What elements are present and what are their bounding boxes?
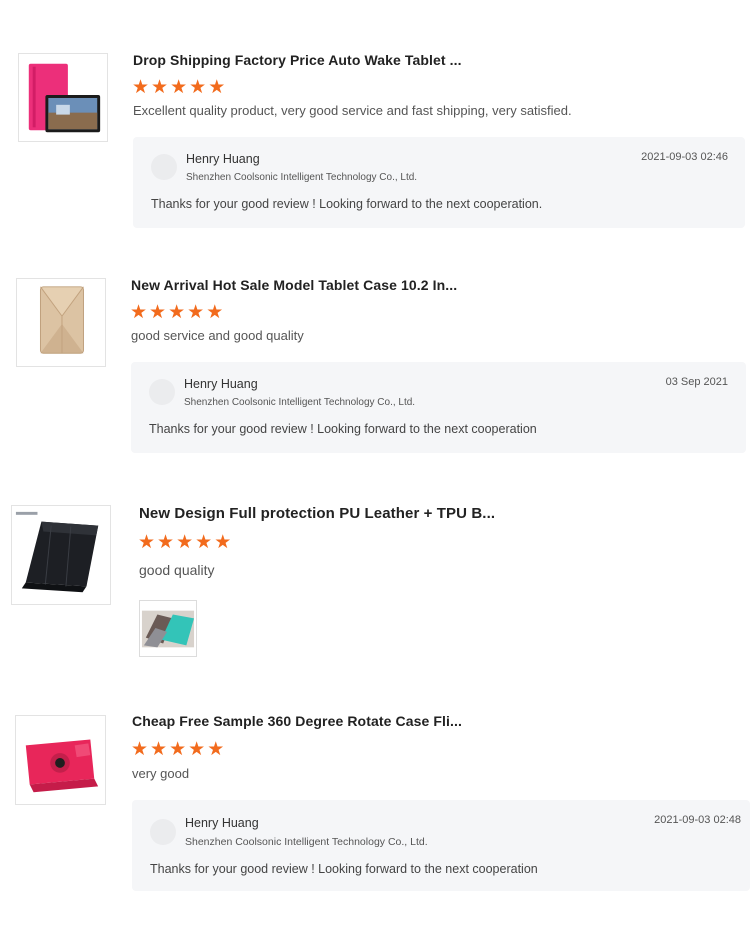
star-icon: ★: [188, 738, 206, 760]
reply-company: Shenzhen Coolsonic Intelligent Technolog…: [185, 836, 428, 848]
reply-text: Thanks for your good review ! Looking fo…: [150, 862, 538, 876]
star-icon: ★: [207, 738, 225, 760]
review-item: Cheap Free Sample 360 Degree Rotate Case…: [0, 0, 750, 900]
avatar: [150, 819, 176, 845]
star-icon: ★: [131, 738, 149, 760]
product-title[interactable]: Cheap Free Sample 360 Degree Rotate Case…: [132, 713, 462, 729]
star-icon: ★: [150, 738, 168, 760]
seller-reply: Henry Huang Shenzhen Coolsonic Intellige…: [132, 800, 750, 891]
product-thumbnail[interactable]: [15, 715, 106, 805]
reviews-page: Drop Shipping Factory Price Auto Wake Ta…: [0, 0, 750, 926]
star-icon: ★: [169, 738, 187, 760]
reply-date: 2021-09-03 02:48: [654, 814, 741, 826]
reply-author: Henry Huang: [185, 816, 259, 830]
review-comment: very good: [132, 766, 190, 781]
rating-stars: ★ ★ ★ ★ ★: [131, 740, 224, 759]
